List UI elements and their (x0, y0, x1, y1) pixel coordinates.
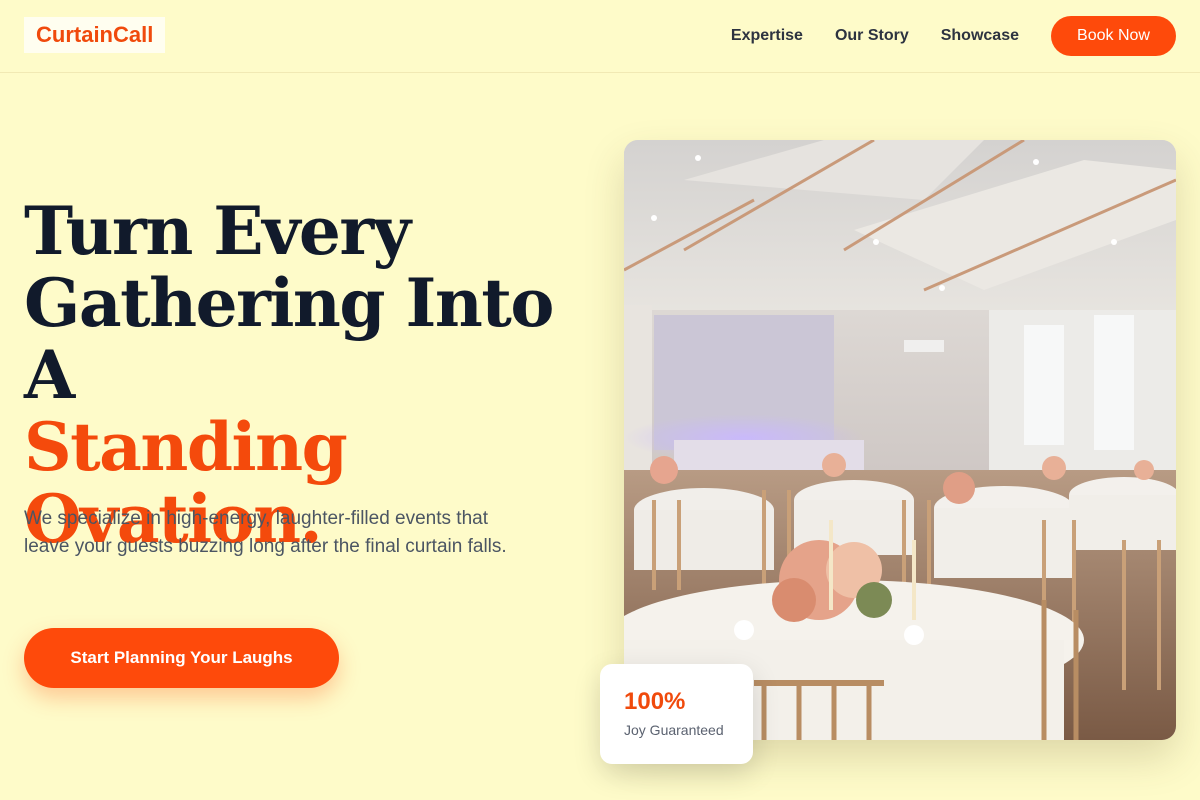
hero-title-line-1: Turn Every (24, 192, 411, 270)
stat-card: 100% Joy Guaranteed (600, 664, 753, 764)
site-header: CurtainCall Expertise Our Story Showcase… (0, 0, 1200, 73)
book-now-button[interactable]: Book Now (1051, 16, 1176, 56)
hero-title: Turn Every Gathering Into A Standing Ova… (24, 195, 594, 555)
hero-title-accent-1: Standing (24, 408, 348, 486)
stat-value: 100% (624, 688, 686, 715)
nav-link-showcase[interactable]: Showcase (941, 27, 1019, 45)
start-planning-button[interactable]: Start Planning Your Laughs (24, 628, 339, 688)
nav-link-expertise[interactable]: Expertise (731, 27, 803, 45)
hero-title-line-2: Gathering Into A (24, 264, 554, 414)
banquet-hall-illustration (624, 140, 1176, 740)
nav-link-our-story[interactable]: Our Story (835, 27, 909, 45)
stat-label: Joy Guaranteed (624, 722, 724, 738)
banquet-hall-photo (624, 140, 1176, 740)
brand-logo[interactable]: CurtainCall (24, 17, 166, 53)
main-nav: Expertise Our Story Showcase Book Now (731, 16, 1176, 56)
hero-description: We specialize in high-energy, laughter-f… (24, 508, 507, 557)
